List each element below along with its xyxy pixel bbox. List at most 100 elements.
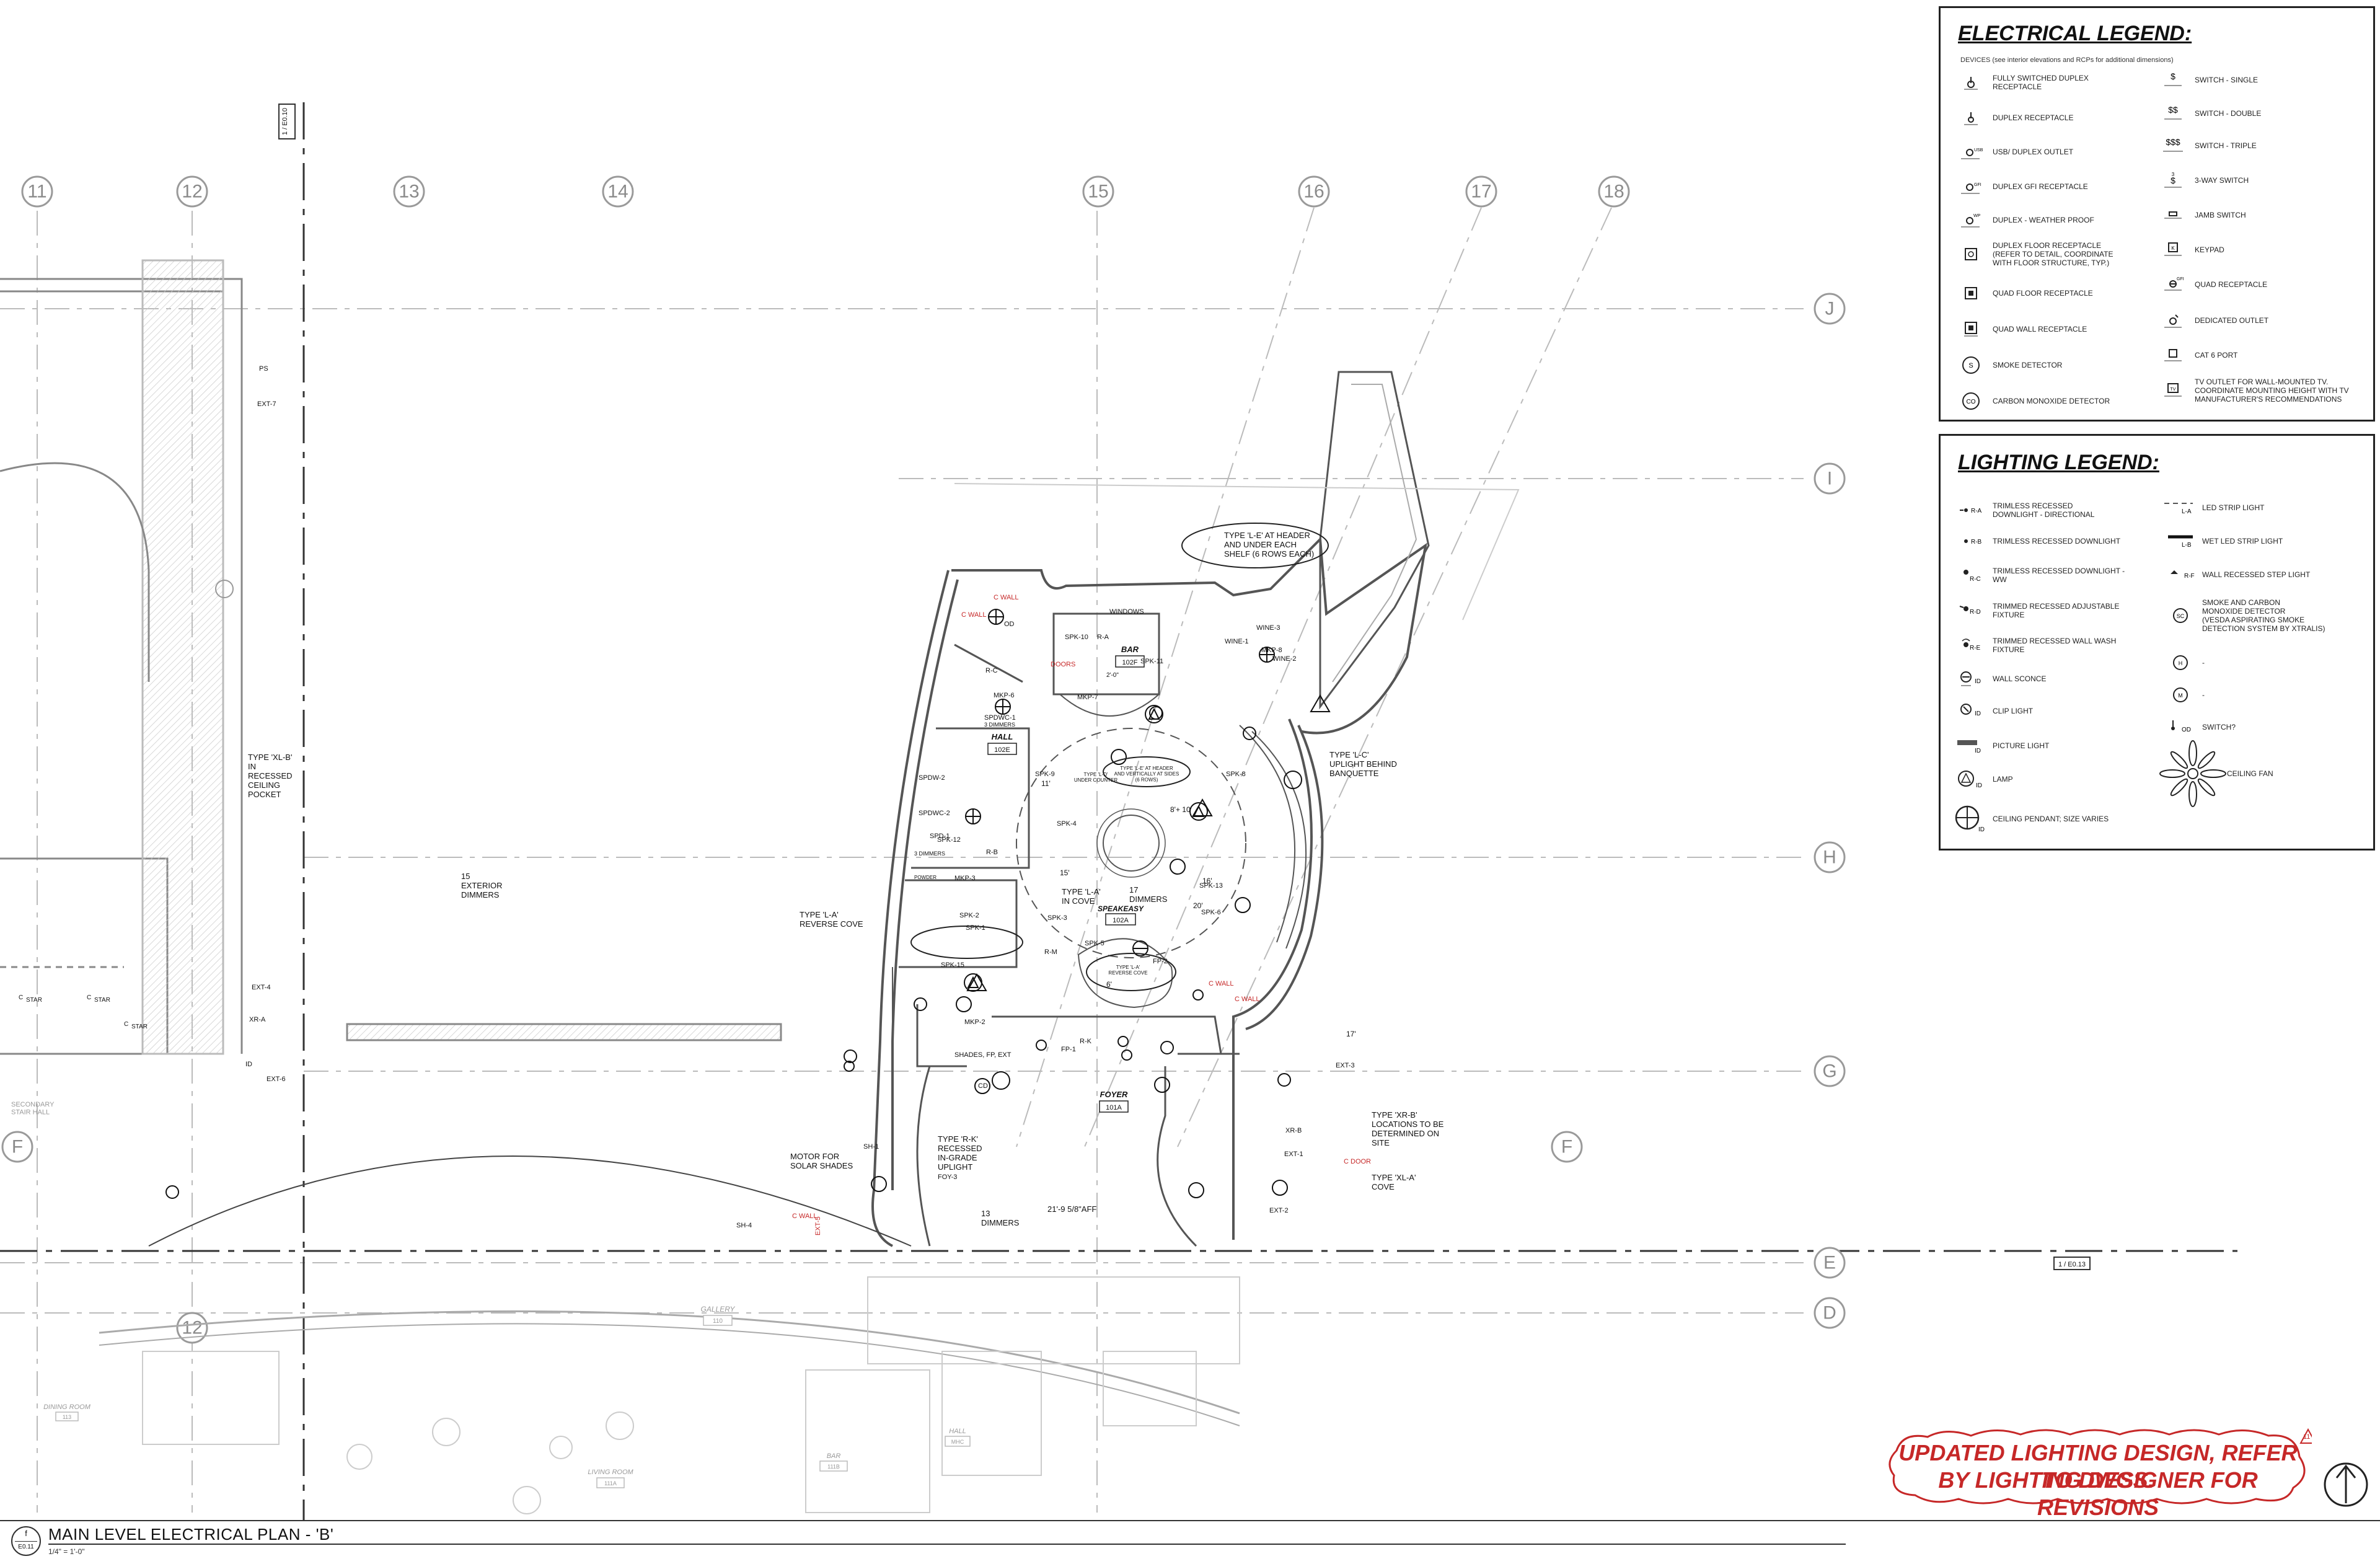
svg-text:H: H [1823,847,1836,868]
room-hall-lower: HALL MHC [945,1428,971,1447]
svg-text:HALL: HALL [992,732,1013,741]
svg-text:D: D [1823,1303,1836,1323]
lamp-icon: ID [1949,767,1993,792]
legend-item: FULLY SWITCHED DUPLEX RECEPTACLE [1949,70,2135,95]
grid-bubble-17: 17 [1465,175,1497,208]
legend-item: CO CARBON MONOXIDE DETECTOR [1949,389,2135,413]
svg-text:MKP-7: MKP-7 [1077,694,1098,701]
note-xl-b: TYPE 'XL-B' IN RECESSED CEILING POCKET [248,753,293,799]
svg-text:SC: SC [2177,613,2185,619]
ceiling-fan-icon [2159,740,2227,808]
svg-text:C WALL: C WALL [1235,996,1260,1003]
co-detector-icon: CO [1949,389,1993,413]
svg-text:MKP-2: MKP-2 [964,1018,985,1026]
picture-light-icon: ID [1949,733,1993,758]
step-light-icon: R-F [2159,562,2202,587]
svg-text:I: I [1827,469,1832,489]
svg-text:SPK-13: SPK-13 [1199,882,1223,890]
svg-text:XR-A: XR-A [249,1016,266,1023]
svg-text:$$$: $$$ [2166,137,2180,147]
legend-item: R-B TRIMLESS RECESSED DOWNLIGHT [1949,529,2135,554]
switch-single-icon: $ [2151,68,2195,92]
gfi-receptacle-icon: GFI [1949,174,1993,199]
svg-text:FOYER: FOYER [1100,1090,1128,1099]
svg-text:SPK-9: SPK-9 [1035,771,1055,778]
legend-item: GFI QUAD RECEPTACLE [2151,272,2337,297]
svg-text:M: M [2178,692,2183,699]
misc-device-2-icon: M [2159,683,2202,707]
svg-text:1 / E0.10: 1 / E0.10 [281,108,289,135]
room-dining: DINING ROOM 113 [43,1403,91,1421]
legend-item: ID CEILING PENDANT; SIZE VARIES [1949,805,2135,833]
svg-text:SPK-4: SPK-4 [1057,820,1077,828]
note-l-e-vertical: TYPE 'L-E' AT HEADER AND VERTICALLY AT SI… [1114,766,1179,782]
revision-note: 11 UPDATED LIGHTING DESIGN, REFER TO DWG… [1884,1426,2312,1520]
legend-item: GFI DUPLEX GFI RECEPTACLE [1949,174,2135,199]
note-l-a-reverse: TYPE 'L-A' REVERSE COVE [800,910,863,929]
note-l-a-reverse-2: TYPE 'L-A' REVERSE COVE [1108,965,1147,976]
plan-title: MAIN LEVEL ELECTRICAL PLAN - 'B' [48,1525,334,1544]
grid-bubble-18: 18 [1598,175,1630,208]
svg-text:WINE-3: WINE-3 [1256,624,1280,632]
wall-sconce-icon: ID [1949,666,1993,691]
dim-2ft: 2'-0" [1106,672,1119,679]
floor-receptacle-icon [1949,242,1993,267]
room-speakeasy: SPEAKEASY 102A [1098,904,1144,926]
grid-bubble-H: H [1814,841,1846,873]
svg-text:C: C [19,994,23,1001]
three-way-switch-icon: 3 $ [2151,168,2195,193]
grid-bubble-E: E [1814,1247,1846,1279]
svg-text:S: S [1968,362,1973,369]
legend-item: DUPLEX RECEPTACLE [1949,105,2135,130]
electrical-legend-title: ELECTRICAL LEGEND: [1958,22,2192,45]
smoke-detector-icon: S [1949,353,1993,378]
svg-text:R-B: R-B [986,849,998,856]
svg-text:USB: USB [1974,148,1983,152]
jamb-switch-icon [2151,203,2195,228]
lighting-legend-title: LIGHTING LEGEND: [1958,451,2159,474]
svg-text:GFI: GFI [1974,183,1981,187]
note-dimmers-13: 13 DIMMERS [981,1209,1020,1227]
legend-item: QUAD FLOOR RECEPTACLE [1949,281,2135,306]
view-bubble[interactable]: f E0.11 [11,1526,41,1556]
svg-text:SPEAKEASY: SPEAKEASY [1098,904,1144,913]
legend-item: R-E TRIMMED RECESSED WALL WASH FIXTURE [1949,633,2135,658]
dim-11: 11' [1041,779,1051,788]
note-secondary-stair: SECONDARY STAIR HALL [11,1101,55,1116]
svg-text:C: C [87,994,91,1001]
svg-text:R-K: R-K [1080,1038,1092,1045]
svg-text:$: $ [2171,71,2175,81]
legend-item: M- [2159,683,2345,707]
svg-text:SPDWC-1: SPDWC-1 [984,714,1016,722]
recessed-downlight-icon: R-B [1949,529,1993,554]
svg-text:R-A: R-A [1971,508,1982,515]
legend-item: S SMOKE DETECTOR [1949,353,2135,378]
room-gallery: GALLERY 110 [701,1305,735,1326]
svg-text:BAR: BAR [827,1452,841,1460]
legend-item: OD SWITCH? [2159,715,2345,740]
svg-text:EXT-3: EXT-3 [1336,1062,1355,1069]
svg-text:R-C: R-C [985,667,998,674]
lighting-legend: LIGHTING LEGEND: R-A TRIMLESS RECESSED DO… [1939,434,2375,850]
svg-text:ID: ID [1976,782,1982,789]
legend-item: USB USB/ DUPLEX OUTLET [1949,139,2135,164]
svg-text:EXT-4: EXT-4 [252,984,271,991]
section-ref-top[interactable]: 1 / E0.10 [278,104,296,139]
north-arrow-icon [2324,1462,2368,1507]
legend-item: JAMB SWITCH [2151,203,2337,228]
svg-text:PS: PS [259,365,268,373]
svg-text:ID: ID [1978,826,1985,833]
section-ref-right[interactable]: 1 / E0.13 [2053,1257,2091,1270]
svg-text:SPK-15: SPK-15 [941,961,964,969]
svg-text:FP-1: FP-1 [1061,1046,1076,1053]
svg-text:111B: 111B [827,1464,840,1470]
svg-text:XR-B: XR-B [1285,1127,1302,1134]
grid-bubble-F: F [1551,1131,1583,1163]
svg-text:SPK-6: SPK-6 [1201,909,1221,916]
misc-device-icon: H [2159,650,2202,675]
svg-text:C: C [124,1021,128,1028]
legend-item: R-A TRIMLESS RECESSED DOWNLIGHT - DIRECTI… [1949,498,2135,523]
svg-text:C WALL: C WALL [792,1213,818,1220]
left-wing-walls [0,259,782,1055]
view-sheet: E0.11 [18,1544,34,1550]
